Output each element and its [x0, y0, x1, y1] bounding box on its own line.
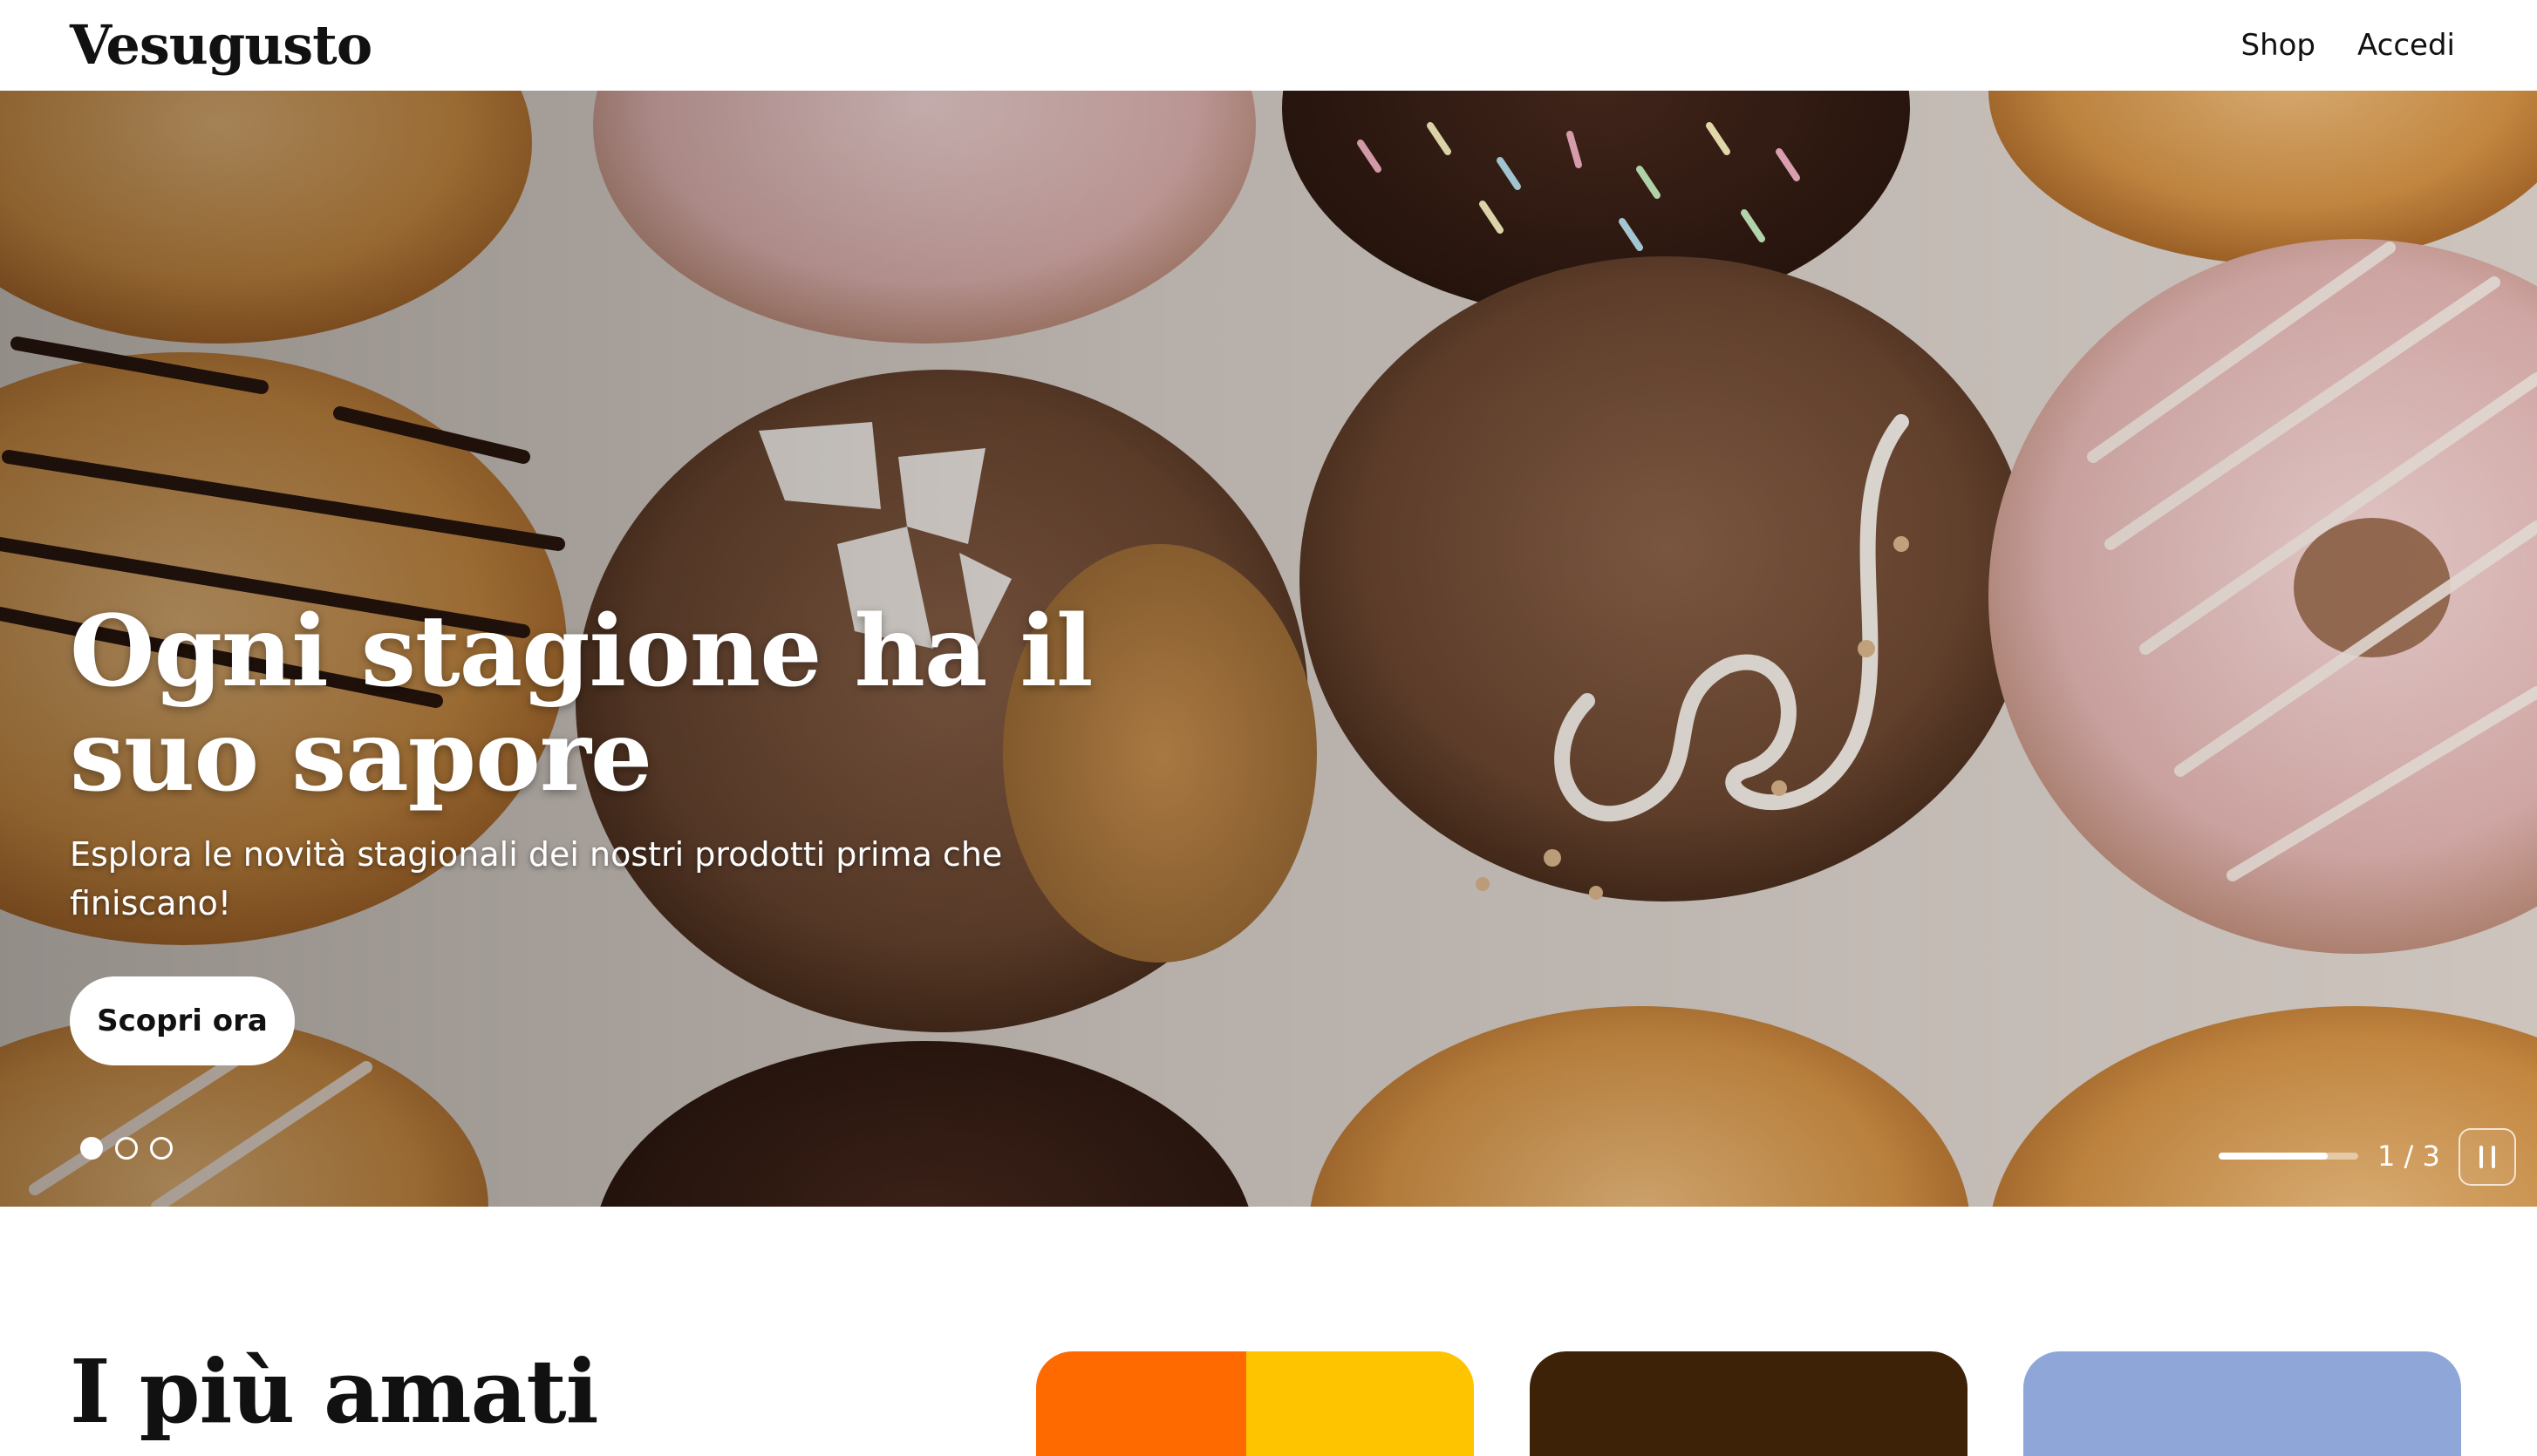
main-nav: Shop Accedi: [2240, 24, 2455, 66]
carousel-dot-1[interactable]: [80, 1137, 103, 1160]
hero-subtitle: Esplora le novità stagionali dei nostri …: [70, 835, 1003, 922]
hero-carousel: Ogni stagione ha il suo sapore Esplora l…: [0, 91, 2537, 1207]
product-card-3[interactable]: [2023, 1351, 2461, 1456]
nav-shop-link[interactable]: Shop: [2240, 24, 2315, 66]
slide-progress-fill: [2219, 1153, 2328, 1160]
slide-counter: 1 / 3: [2377, 1140, 2440, 1173]
slide-progress-bar: [2219, 1153, 2358, 1160]
carousel-dot-3[interactable]: [150, 1137, 173, 1160]
carousel-dots: [80, 1137, 173, 1160]
section-title-favorites: I più amati: [70, 1340, 599, 1443]
pause-icon-bar-right: [2492, 1146, 2495, 1168]
site-header: Vesugusto Shop Accedi: [0, 0, 2537, 91]
hero-title: Ogni stagione ha il suo sapore: [70, 595, 1094, 813]
carousel-dot-2[interactable]: [115, 1137, 138, 1160]
nav-login-link[interactable]: Accedi: [2357, 24, 2455, 66]
pause-icon-bar-left: [2479, 1146, 2483, 1168]
product-card-2[interactable]: [1530, 1351, 1968, 1456]
pause-button[interactable]: [2459, 1128, 2516, 1186]
brand-logo[interactable]: Vesugusto: [70, 12, 372, 78]
discover-now-button[interactable]: Scopri ora: [70, 976, 295, 1065]
product-card-1[interactable]: [1036, 1351, 1474, 1456]
